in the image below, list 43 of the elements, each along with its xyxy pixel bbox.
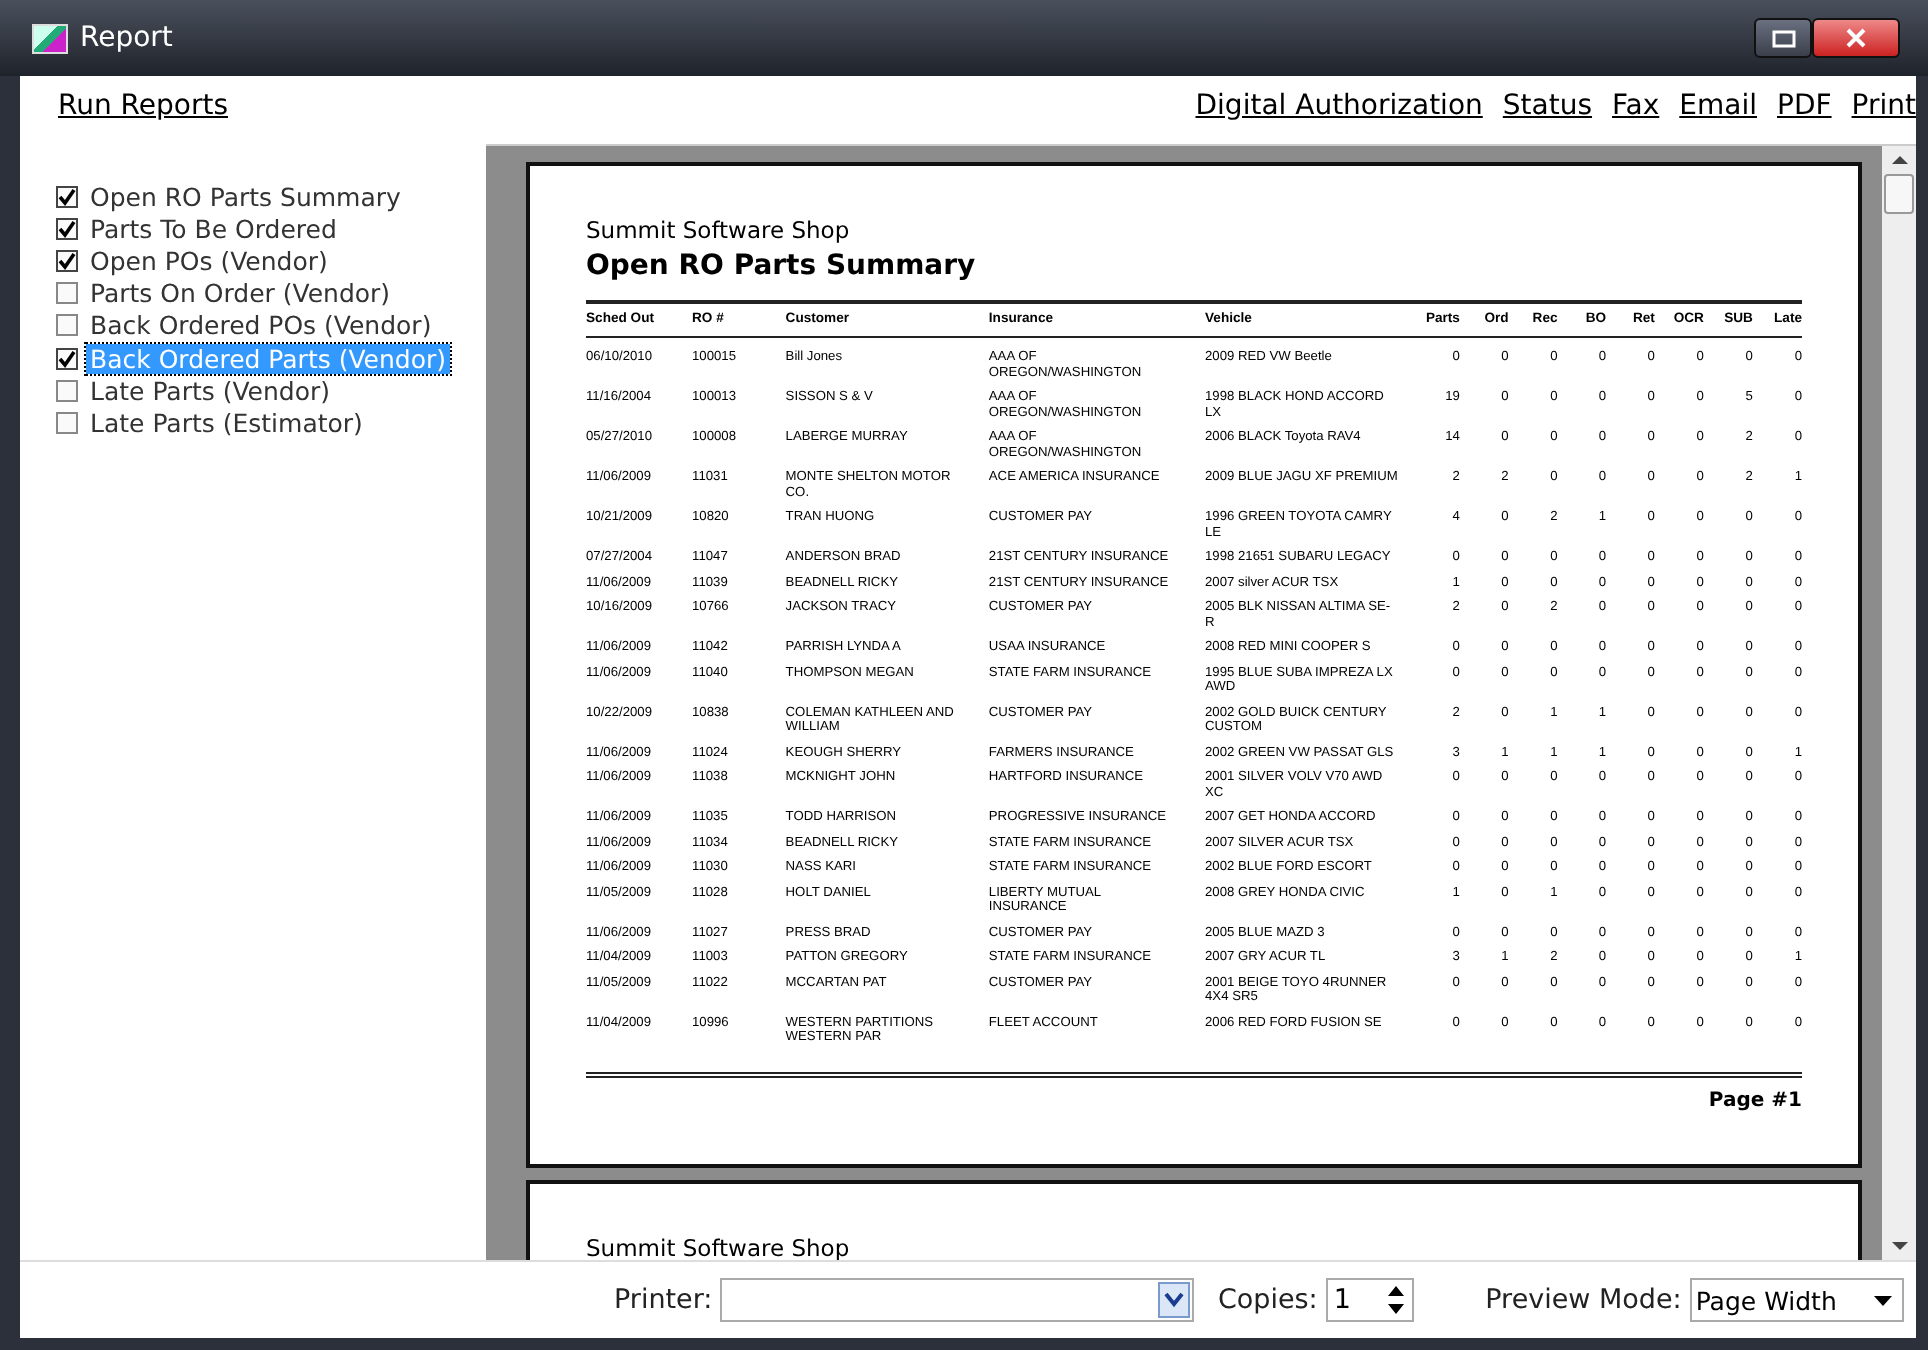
- toolbar-link[interactable]: Status: [1502, 90, 1593, 122]
- copies-spinner[interactable]: 1: [1325, 1278, 1414, 1322]
- preview-mode-label: Preview Mode:: [1485, 1284, 1682, 1316]
- maximize-icon: [1771, 29, 1795, 47]
- shop-name: Summit Software Shop: [586, 216, 852, 244]
- run-reports-link[interactable]: Run Reports: [58, 90, 228, 122]
- window-title: Report: [80, 22, 173, 54]
- report-item[interactable]: Late Parts (Vendor): [86, 375, 335, 406]
- report-title: Open RO Parts Summary: [586, 250, 978, 282]
- report-item[interactable]: Parts To Be Ordered: [86, 213, 341, 244]
- report-checkbox[interactable]: [56, 411, 78, 434]
- scrollbar[interactable]: [1882, 146, 1916, 1260]
- report-item[interactable]: Back Ordered POs (Vendor): [86, 310, 436, 341]
- report-checkbox[interactable]: [56, 185, 78, 208]
- spinner-arrows-icon[interactable]: [1385, 1282, 1406, 1318]
- toolbar-link[interactable]: Digital Authorization: [1195, 90, 1483, 122]
- preview-mode-dropdown[interactable]: Page Width: [1689, 1278, 1904, 1322]
- scrollbar-thumb[interactable]: [1884, 174, 1914, 214]
- toolbar-link[interactable]: PDF: [1777, 90, 1832, 122]
- report-checkbox[interactable]: [56, 282, 78, 305]
- report-item[interactable]: Open POs (Vendor): [86, 245, 332, 276]
- printer-label: Printer:: [614, 1284, 713, 1316]
- shop-name: Summit Software Shop: [586, 1233, 852, 1260]
- report-checkbox[interactable]: [56, 379, 78, 402]
- dropdown-arrow-icon: [1874, 1295, 1893, 1305]
- report-checkbox[interactable]: [56, 347, 78, 370]
- toolbar-link[interactable]: Print: [1851, 90, 1916, 122]
- report-checkbox[interactable]: [56, 217, 78, 240]
- page-number: Page #1: [1706, 1089, 1802, 1115]
- maximize-button[interactable]: [1754, 18, 1812, 58]
- toolbar-link[interactable]: Fax: [1612, 90, 1660, 122]
- window-icon: [32, 23, 68, 53]
- close-icon: [1844, 28, 1868, 48]
- scroll-up-icon[interactable]: [1889, 154, 1909, 166]
- close-button[interactable]: [1812, 18, 1900, 58]
- report-item[interactable]: Late Parts (Estimator): [86, 407, 367, 438]
- report-item[interactable]: Open RO Parts Summary: [86, 181, 405, 212]
- report-checkbox[interactable]: [56, 314, 78, 337]
- scroll-down-icon[interactable]: [1889, 1240, 1909, 1252]
- report-checkbox[interactable]: [56, 249, 78, 272]
- report-item[interactable]: Parts On Order (Vendor): [86, 278, 395, 309]
- copies-label: Copies:: [1217, 1284, 1318, 1316]
- toolbar-link[interactable]: Email: [1679, 90, 1757, 122]
